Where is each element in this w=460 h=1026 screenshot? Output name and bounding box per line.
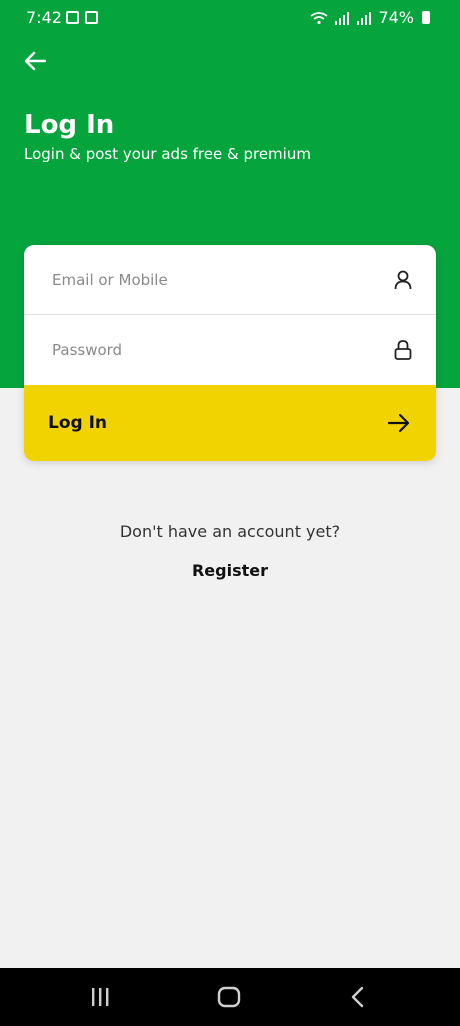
no-account-prompt: Don't have an account yet? xyxy=(119,522,341,541)
gallery-notification-icon xyxy=(66,11,79,24)
back-button[interactable] xyxy=(22,48,48,74)
back-chevron-icon xyxy=(351,986,364,1008)
status-right: 74% xyxy=(310,8,430,27)
wifi-icon xyxy=(310,11,328,24)
status-time: 7:42 xyxy=(26,8,62,27)
arrow-right-icon xyxy=(388,413,410,433)
app-notification-icon xyxy=(85,11,98,24)
lock-icon xyxy=(394,340,412,360)
battery-icon xyxy=(422,11,430,24)
home-icon xyxy=(217,986,241,1008)
password-input[interactable] xyxy=(52,341,352,359)
signal-2-icon xyxy=(357,11,372,25)
signal-icon xyxy=(335,11,350,25)
battery-percent: 74% xyxy=(378,8,414,27)
notification-icons xyxy=(66,11,98,24)
system-nav-bar xyxy=(0,968,460,1026)
nav-back-button[interactable] xyxy=(344,984,370,1010)
recents-icon xyxy=(92,988,109,1006)
page-subtitle: Login & post your ads free & premium xyxy=(24,145,311,163)
recents-button[interactable] xyxy=(86,984,114,1010)
home-button[interactable] xyxy=(214,984,244,1010)
user-icon xyxy=(394,270,412,289)
login-button[interactable]: Log In xyxy=(24,385,436,461)
page-title: Log In xyxy=(24,110,115,140)
status-bar: 7:42 74% xyxy=(0,0,460,36)
login-button-label: Log In xyxy=(48,413,108,433)
login-card: Log In xyxy=(24,245,436,461)
password-field-row xyxy=(24,315,436,385)
email-field-row xyxy=(24,245,436,315)
register-link[interactable]: Register xyxy=(0,561,460,580)
email-input[interactable] xyxy=(52,270,352,289)
arrow-left-icon xyxy=(24,51,46,71)
